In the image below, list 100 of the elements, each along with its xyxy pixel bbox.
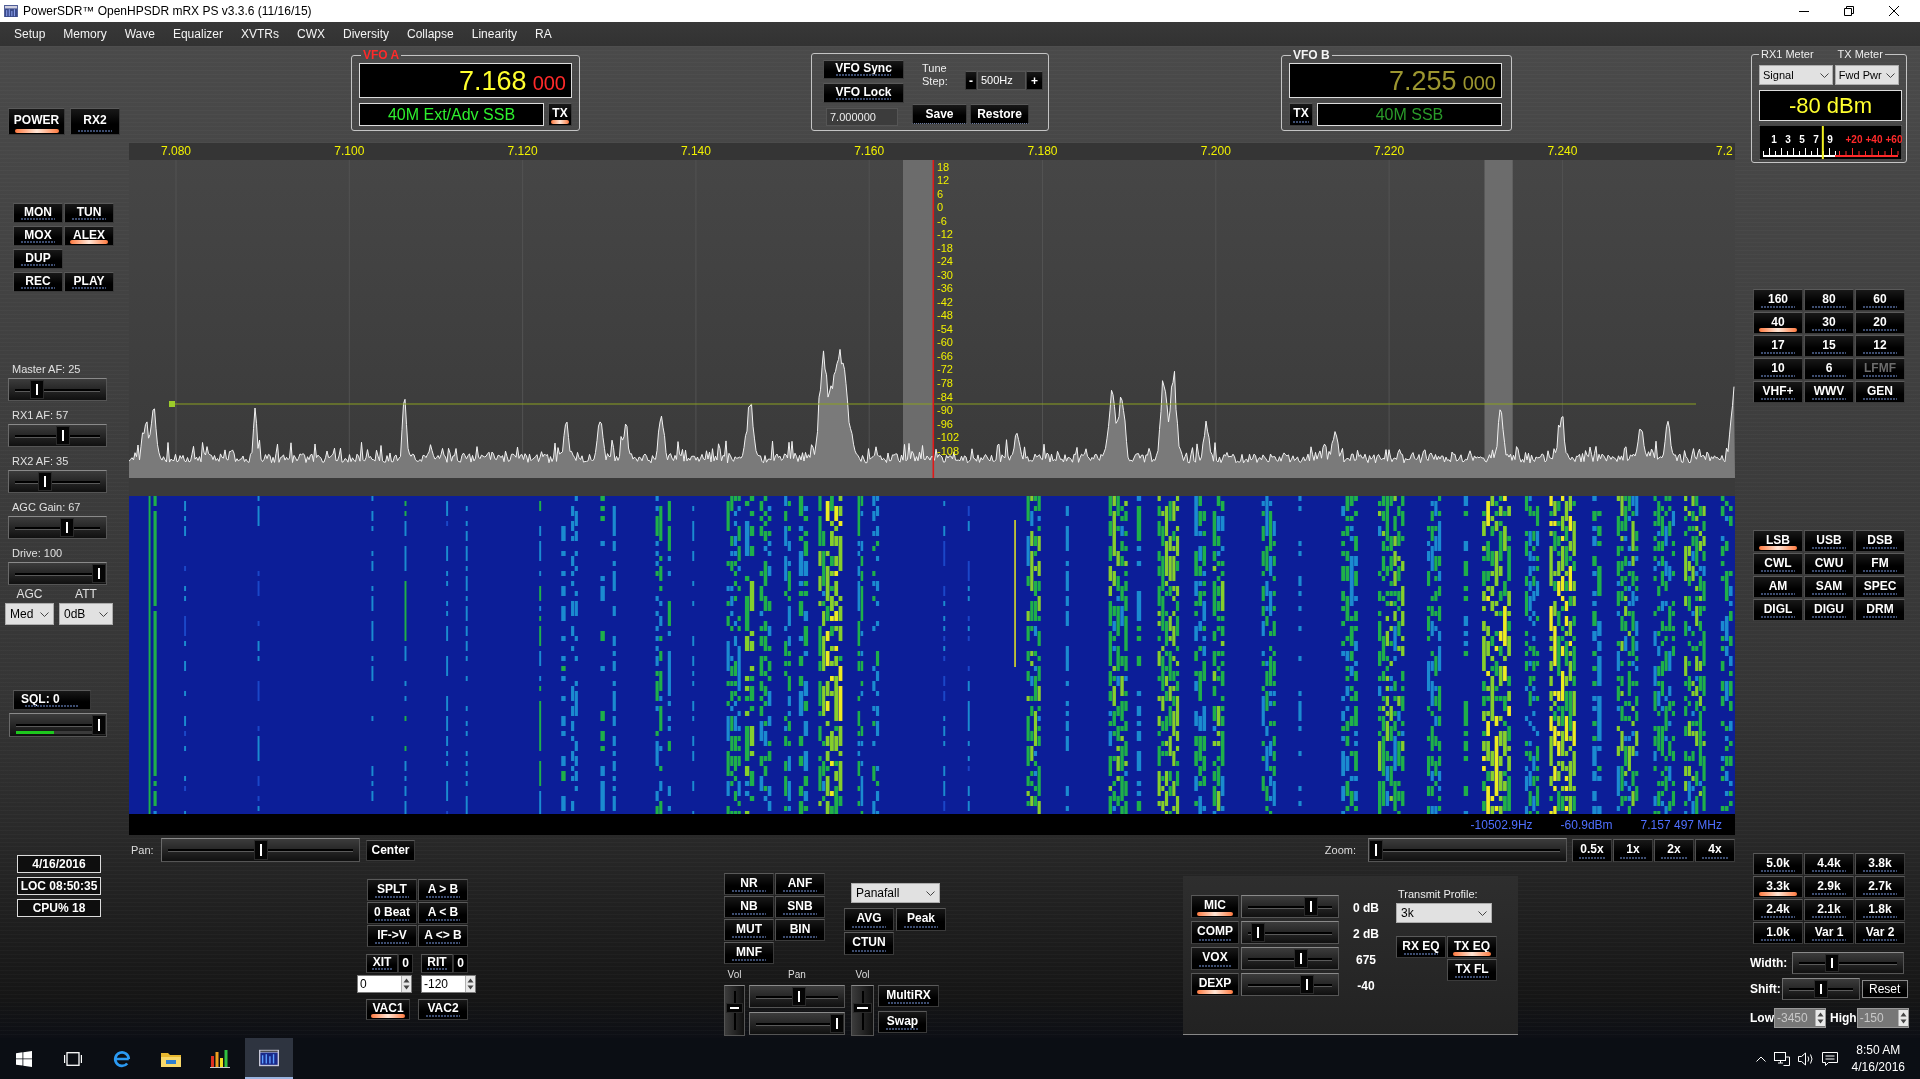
display-mode-dropdown[interactable]: Panafall [851, 883, 940, 903]
tx-control-button[interactable]: VOX [1191, 947, 1239, 970]
filter-button[interactable]: 2.1k [1804, 899, 1854, 921]
vfo-split-button[interactable]: A <> B [418, 925, 468, 947]
tx-control-button[interactable]: MIC [1191, 895, 1239, 918]
vfo-split-button[interactable]: IF->V [367, 925, 417, 947]
band-button[interactable]: GEN [1855, 381, 1905, 403]
volume-slider[interactable] [724, 985, 745, 1036]
filter-button[interactable]: 2.7k [1855, 876, 1905, 898]
shift-slider[interactable] [1781, 978, 1860, 1000]
slider-thumb[interactable] [1369, 840, 1383, 860]
eq-button[interactable]: TX FL [1447, 959, 1497, 981]
function-button[interactable]: DUP [13, 249, 63, 269]
slider-thumb[interactable] [853, 1003, 872, 1014]
zoom-button[interactable]: 1x [1613, 838, 1653, 862]
mode-button[interactable]: DSB [1855, 530, 1905, 552]
vfo-split-button[interactable]: A > B [418, 879, 468, 901]
function-button[interactable]: REC [13, 272, 63, 292]
band-button[interactable]: WWV [1804, 381, 1854, 403]
tx-level-slider[interactable] [1241, 947, 1339, 970]
function-button[interactable]: MOX [13, 226, 63, 246]
offset-field[interactable]: 0 [357, 975, 412, 993]
tx-button[interactable]: TX [1289, 103, 1313, 126]
multi-rx-button[interactable]: Swap [878, 1011, 927, 1033]
slider-thumb[interactable] [29, 380, 44, 399]
menu-item[interactable]: XVTRs [240, 27, 279, 41]
option-dropdown[interactable]: 0dB [59, 603, 113, 625]
transmit-profile-dropdown[interactable]: 3k [1396, 903, 1492, 923]
slider-thumb[interactable] [60, 518, 75, 537]
mode-button[interactable]: USB [1804, 530, 1854, 552]
balance-slider[interactable] [749, 1012, 845, 1035]
mode-button[interactable]: SAM [1804, 576, 1854, 598]
offset-button[interactable]: RIT [421, 954, 453, 973]
slider-thumb[interactable] [1824, 954, 1839, 972]
slider-thumb[interactable] [1814, 980, 1829, 998]
dsp-button[interactable]: ANF [775, 873, 825, 895]
pan-slider[interactable] [161, 838, 360, 862]
vfo-split-button[interactable]: 0 Beat [367, 902, 417, 924]
reset-button[interactable]: Reset [1861, 980, 1908, 998]
filter-button[interactable]: 3.8k [1855, 853, 1905, 875]
close-icon[interactable] [1889, 6, 1899, 16]
vfo-split-button[interactable]: A < B [418, 902, 468, 924]
tx-control-button[interactable]: DEXP [1191, 973, 1239, 996]
tx-button[interactable]: TX [548, 103, 572, 126]
slider-thumb[interactable] [1303, 897, 1318, 916]
eq-button[interactable]: TX EQ [1447, 936, 1497, 958]
function-button[interactable]: ALEX [64, 226, 114, 246]
minimize-icon[interactable] [1799, 10, 1809, 12]
level-slider[interactable] [8, 378, 107, 401]
volume-icon[interactable] [1797, 1051, 1814, 1066]
mode-button[interactable]: FM [1855, 553, 1905, 575]
pan-slider[interactable] [749, 985, 845, 1008]
rx-meter-dropdown[interactable]: Signal [1759, 65, 1833, 85]
band-button[interactable]: 80 [1804, 289, 1854, 311]
power-button[interactable]: POWER [8, 108, 65, 135]
mode-button[interactable]: DRM [1855, 599, 1905, 621]
level-slider[interactable] [8, 516, 107, 539]
slider-thumb[interactable] [38, 472, 53, 491]
vac-button[interactable]: VAC2 [418, 999, 468, 1020]
mode-button[interactable]: DIGL [1753, 599, 1803, 621]
slider-thumb[interactable] [726, 1003, 743, 1014]
band-button[interactable]: 60 [1855, 289, 1905, 311]
squelch-button[interactable]: SQL: 0 [13, 690, 91, 710]
slider-thumb[interactable] [1294, 949, 1309, 968]
spinner-arrows-icon[interactable] [465, 976, 475, 992]
function-button[interactable]: TUN [64, 203, 114, 223]
multi-rx-button[interactable]: MultiRX [878, 985, 939, 1007]
volume-slider[interactable] [851, 985, 874, 1036]
filter-button[interactable]: 2.9k [1804, 876, 1854, 898]
level-slider[interactable] [8, 562, 107, 585]
function-button[interactable]: PLAY [64, 272, 114, 292]
slider-thumb[interactable] [92, 715, 106, 735]
tx-control-button[interactable]: COMP [1191, 921, 1239, 944]
chevron-up-icon[interactable] [1755, 1055, 1766, 1062]
zoom-slider[interactable] [1368, 838, 1567, 862]
vac-button[interactable]: VAC1 [366, 999, 410, 1020]
eq-button[interactable]: RX EQ [1396, 936, 1446, 958]
dsp-button[interactable]: BIN [775, 919, 825, 941]
display-button[interactable]: CTUN [844, 932, 894, 955]
band-button[interactable]: 17 [1753, 335, 1803, 357]
band-button[interactable]: 160 [1753, 289, 1803, 311]
restore-icon[interactable] [1844, 6, 1854, 16]
dsp-button[interactable]: SNB [775, 896, 825, 918]
level-slider[interactable] [8, 470, 107, 493]
band-button[interactable]: 10 [1753, 358, 1803, 380]
band-button[interactable]: 15 [1804, 335, 1854, 357]
vfo-split-button[interactable]: SPLT [367, 879, 417, 901]
memory-button[interactable]: Restore [970, 104, 1029, 124]
vfo-button[interactable]: VFO Lock [823, 83, 904, 103]
filter-button[interactable]: 5.0k [1753, 853, 1803, 875]
notification-icon[interactable] [1821, 1051, 1838, 1066]
band-button[interactable]: 12 [1855, 335, 1905, 357]
band-button[interactable]: 6 [1804, 358, 1854, 380]
offset-field[interactable]: -120 [421, 975, 476, 993]
tx-level-slider[interactable] [1241, 921, 1339, 944]
zoom-button[interactable]: 4x [1695, 838, 1735, 862]
function-button[interactable]: MON [13, 203, 63, 223]
filter-button[interactable]: 2.4k [1753, 899, 1803, 921]
menu-item[interactable]: Wave [124, 27, 155, 41]
zoom-button[interactable]: 0.5x [1572, 838, 1612, 862]
